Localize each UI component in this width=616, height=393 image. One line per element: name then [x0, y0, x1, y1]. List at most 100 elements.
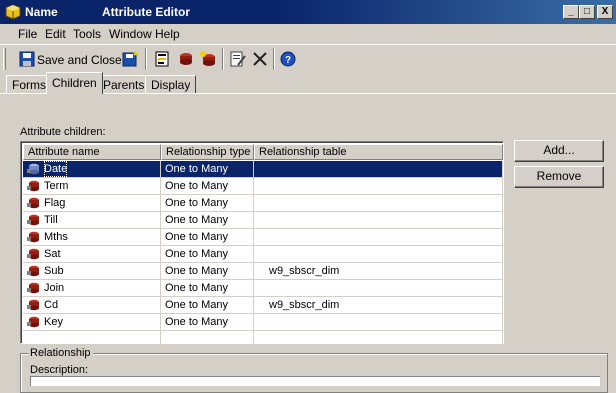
- menu-help[interactable]: Help: [155, 27, 180, 41]
- attribute-name: Sub: [44, 265, 64, 277]
- empty-cell: [23, 331, 161, 347]
- cell-attribute-name: Key: [23, 314, 161, 330]
- menu-edit[interactable]: Edit: [45, 27, 66, 41]
- maximize-button[interactable]: □: [579, 5, 595, 19]
- cell-relationship-table: [254, 212, 503, 228]
- window-name-label: Name: [25, 5, 58, 19]
- attribute-children-grid[interactable]: Attribute name Relationship type Relatio…: [20, 141, 504, 348]
- menu-window[interactable]: Window: [109, 27, 152, 41]
- column-header-relationship-type[interactable]: Relationship type: [161, 144, 254, 160]
- attribute-name: Join: [44, 282, 65, 294]
- menu-bar: File Edit Tools Window Help: [0, 24, 616, 44]
- toolbar-divider: [0, 44, 616, 45]
- menu-file-label: File: [18, 27, 38, 41]
- edit-icon[interactable]: [229, 49, 247, 69]
- toolbar-separator: [145, 48, 147, 70]
- attribute-name: Flag: [44, 197, 66, 209]
- menu-file[interactable]: File: [4, 27, 37, 41]
- attribute-name: Key: [44, 316, 63, 328]
- cell-relationship-table: [254, 195, 503, 211]
- attribute-icon[interactable]: [177, 49, 195, 69]
- description-label: Description:: [30, 364, 89, 376]
- table-row[interactable]: Key One to Many: [23, 314, 503, 331]
- add-button[interactable]: Add...: [514, 140, 604, 162]
- cell-attribute-name: Term: [23, 178, 161, 194]
- table-row[interactable]: Sat One to Many: [23, 246, 503, 263]
- attribute-children-label: Attribute children:: [20, 126, 106, 138]
- relationship-group-label: Relationship: [28, 347, 93, 359]
- table-row[interactable]: Term One to Many: [23, 178, 503, 195]
- save-and-close-button[interactable]: Save and Close: [16, 49, 128, 69]
- remove-button[interactable]: Remove: [514, 166, 604, 188]
- table-row[interactable]: Date One to Many: [23, 161, 503, 178]
- attribute-name: Date: [44, 161, 68, 177]
- tab-parents[interactable]: Parents: [97, 75, 151, 93]
- table-row[interactable]: Mths One to Many: [23, 229, 503, 246]
- cell-relationship-table: [254, 161, 503, 177]
- attribute-app-icon: [5, 4, 21, 20]
- cell-relationship-type: One to Many: [161, 195, 254, 211]
- table-row[interactable]: Cd One to Many w9_sbscr_dim: [23, 297, 503, 314]
- close-window-button[interactable]: X: [597, 5, 613, 19]
- table-row[interactable]: Sub One to Many w9_sbscr_dim: [23, 263, 503, 280]
- attribute-icon: [27, 316, 39, 328]
- svg-text:?: ?: [285, 55, 291, 66]
- attribute-icon: [27, 180, 39, 192]
- cell-attribute-name: Join: [23, 280, 161, 296]
- cell-relationship-table: w9_sbscr_dim: [254, 297, 503, 313]
- cell-attribute-name: Cd: [23, 297, 161, 313]
- cell-attribute-name: Sub: [23, 263, 161, 279]
- cell-relationship-type: One to Many: [161, 212, 254, 228]
- cell-attribute-name: Till: [23, 212, 161, 228]
- cell-relationship-type: One to Many: [161, 229, 254, 245]
- attribute-icon: [27, 163, 39, 175]
- properties-icon[interactable]: [154, 49, 172, 69]
- toolbar: Save and Close ?: [0, 46, 616, 72]
- delete-icon[interactable]: [251, 49, 269, 69]
- column-header-attribute-name[interactable]: Attribute name: [23, 144, 161, 160]
- attribute-name: Sat: [44, 248, 61, 260]
- cell-relationship-type: One to Many: [161, 314, 254, 330]
- attribute-icon: [27, 299, 39, 311]
- toolbar-grip[interactable]: [3, 48, 6, 70]
- column-header-relationship-table[interactable]: Relationship table: [254, 144, 503, 160]
- attribute-icon: [27, 248, 39, 260]
- cell-relationship-type: One to Many: [161, 178, 254, 194]
- title-bar: Name Attribute Editor _ □ X: [0, 0, 616, 24]
- attribute-icon: [27, 265, 39, 277]
- cell-relationship-table: [254, 246, 503, 262]
- cell-relationship-type: One to Many: [161, 161, 254, 177]
- toolbar-separator-2: [222, 48, 224, 70]
- cell-relationship-table: [254, 178, 503, 194]
- attribute-name: Till: [44, 214, 58, 226]
- empty-cell: [161, 331, 254, 347]
- empty-row: [23, 331, 503, 348]
- cell-relationship-type: One to Many: [161, 297, 254, 313]
- cell-relationship-table: [254, 229, 503, 245]
- cell-relationship-table: [254, 280, 503, 296]
- cell-relationship-table: [254, 314, 503, 330]
- description-field[interactable]: [30, 376, 600, 386]
- new-attribute-icon[interactable]: [199, 49, 217, 69]
- minimize-button[interactable]: _: [563, 5, 579, 19]
- tab-children[interactable]: Children: [46, 72, 103, 94]
- cell-attribute-name: Date: [23, 161, 161, 177]
- tab-display[interactable]: Display: [145, 75, 197, 93]
- table-row[interactable]: Join One to Many: [23, 280, 503, 297]
- cell-attribute-name: Mths: [23, 229, 161, 245]
- cell-relationship-type: One to Many: [161, 280, 254, 296]
- menu-tools[interactable]: Tools: [73, 27, 101, 41]
- table-row[interactable]: Flag One to Many: [23, 195, 503, 212]
- save-new-icon[interactable]: [121, 49, 139, 69]
- cell-relationship-table: w9_sbscr_dim: [254, 263, 503, 279]
- cell-relationship-type: One to Many: [161, 263, 254, 279]
- table-row[interactable]: Till One to Many: [23, 212, 503, 229]
- window-title: Attribute Editor: [102, 5, 190, 19]
- relationship-group: [20, 353, 608, 393]
- attribute-name: Cd: [44, 299, 59, 311]
- cell-attribute-name: Sat: [23, 246, 161, 262]
- help-icon[interactable]: ?: [279, 49, 297, 69]
- empty-cell: [254, 331, 503, 347]
- cell-attribute-name: Flag: [23, 195, 161, 211]
- attribute-name: Term: [44, 180, 69, 192]
